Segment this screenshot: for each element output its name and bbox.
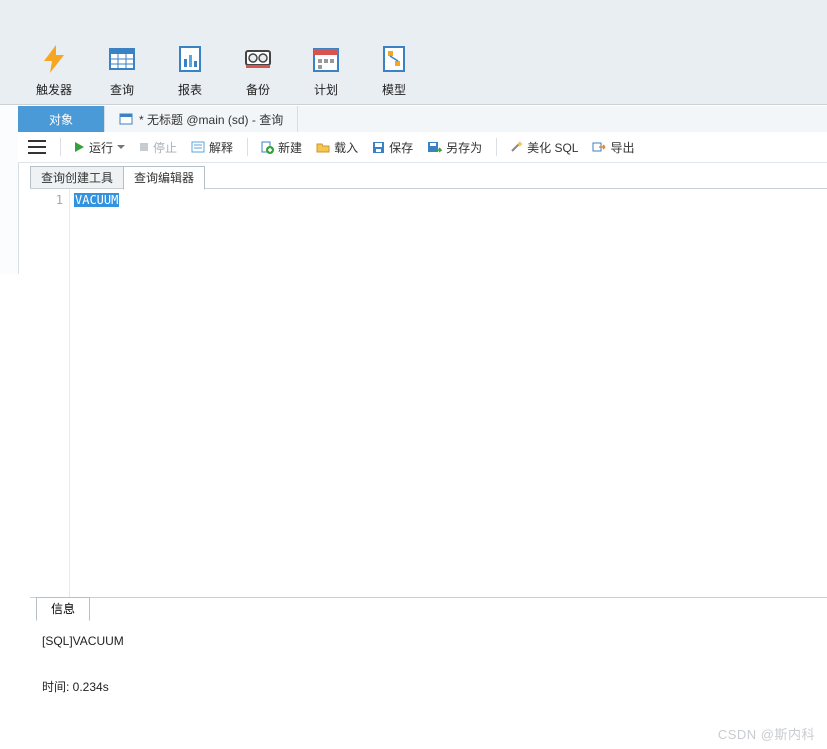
floppy-icon — [372, 141, 385, 154]
separator — [60, 138, 61, 156]
export-icon — [592, 141, 606, 153]
output-line-sql: [SQL]VACUUM — [42, 630, 815, 653]
saveas-button[interactable]: 另存为 — [421, 136, 488, 158]
toolbar-schedule-label: 计划 — [292, 81, 360, 98]
toolbar-report[interactable]: 报表 — [156, 43, 224, 98]
toolbar-model-label: 模型 — [360, 81, 428, 98]
main-toolbar: 触发器 查询 报表 — [0, 0, 827, 105]
menu-icon[interactable] — [28, 140, 46, 154]
action-bar: 运行 停止 解释 新建 载入 保存 另存 — [18, 132, 827, 163]
tab-object[interactable]: 对象 — [18, 106, 105, 132]
editor-tab-strip: 查询创建工具 查询编辑器 — [30, 166, 204, 190]
lightning-icon — [38, 43, 70, 75]
run-label: 运行 — [89, 139, 113, 156]
tab-query-file-label: * 无标题 @main (sd) - 查询 — [139, 111, 283, 128]
toolbar-trigger-label: 触发器 — [20, 81, 88, 98]
explain-button[interactable]: 解释 — [185, 136, 239, 158]
editor-gutter: 1 — [30, 189, 70, 598]
table-icon — [106, 43, 138, 75]
save-button[interactable]: 保存 — [366, 136, 419, 158]
run-button[interactable]: 运行 — [67, 136, 131, 158]
toolbar-backup-label: 备份 — [224, 81, 292, 98]
new-button[interactable]: 新建 — [254, 136, 308, 158]
query-tab-icon — [119, 112, 133, 126]
separator — [247, 138, 248, 156]
output-panel: 信息 [SQL]VACUUM 时间: 0.234s — [30, 597, 827, 725]
floppy-as-icon — [427, 141, 442, 154]
load-button[interactable]: 载入 — [310, 136, 364, 158]
wand-icon — [509, 140, 523, 154]
new-label: 新建 — [278, 139, 302, 156]
stop-icon — [139, 142, 149, 152]
stop-button[interactable]: 停止 — [133, 136, 183, 158]
explain-icon — [191, 141, 205, 153]
stop-label: 停止 — [153, 139, 177, 156]
tab-object-label: 对象 — [49, 111, 73, 128]
toolbar-query[interactable]: 查询 — [88, 43, 156, 98]
tab-query-builder[interactable]: 查询创建工具 — [30, 166, 124, 190]
output-line-time: 时间: 0.234s — [42, 676, 815, 699]
sidebar-stub — [0, 106, 19, 274]
toolbar-schedule[interactable]: 计划 — [292, 43, 360, 98]
output-tab-info[interactable]: 信息 — [36, 597, 90, 621]
tab-query-editor-label: 查询编辑器 — [134, 171, 194, 185]
watermark: CSDN @斯内科 — [718, 724, 815, 743]
save-label: 保存 — [389, 139, 413, 156]
new-icon — [260, 140, 274, 154]
tab-query-file[interactable]: * 无标题 @main (sd) - 查询 — [105, 106, 298, 132]
output-tab-info-label: 信息 — [51, 602, 75, 616]
line-number: 1 — [30, 193, 63, 207]
output-body: [SQL]VACUUM 时间: 0.234s — [30, 620, 827, 725]
explain-label: 解释 — [209, 139, 233, 156]
toolbar-model[interactable]: 模型 — [360, 43, 428, 98]
editor-selection: VACUUM — [74, 193, 119, 207]
toolbar-backup[interactable]: 备份 — [224, 43, 292, 98]
beautify-button[interactable]: 美化 SQL — [503, 136, 584, 158]
toolbar-report-label: 报表 — [156, 81, 224, 98]
beautify-label: 美化 SQL — [527, 139, 578, 156]
play-icon — [73, 141, 85, 153]
editor-code[interactable]: VACUUM — [70, 189, 827, 598]
document-tab-strip: 对象 * 无标题 @main (sd) - 查询 — [18, 106, 827, 133]
separator — [496, 138, 497, 156]
report-icon — [174, 43, 206, 75]
chevron-down-icon — [117, 145, 125, 149]
saveas-label: 另存为 — [446, 139, 482, 156]
sql-editor[interactable]: 1 VACUUM — [30, 188, 827, 598]
model-icon — [378, 43, 410, 75]
export-label: 导出 — [610, 139, 634, 156]
toolbar-query-label: 查询 — [88, 81, 156, 98]
tab-query-builder-label: 查询创建工具 — [41, 171, 113, 185]
calendar-icon — [310, 43, 342, 75]
export-button[interactable]: 导出 — [586, 136, 640, 158]
tab-query-editor[interactable]: 查询编辑器 — [123, 166, 205, 190]
load-label: 载入 — [334, 139, 358, 156]
toolbar-trigger[interactable]: 触发器 — [20, 43, 88, 98]
folder-open-icon — [316, 141, 330, 153]
backup-icon — [242, 43, 274, 75]
